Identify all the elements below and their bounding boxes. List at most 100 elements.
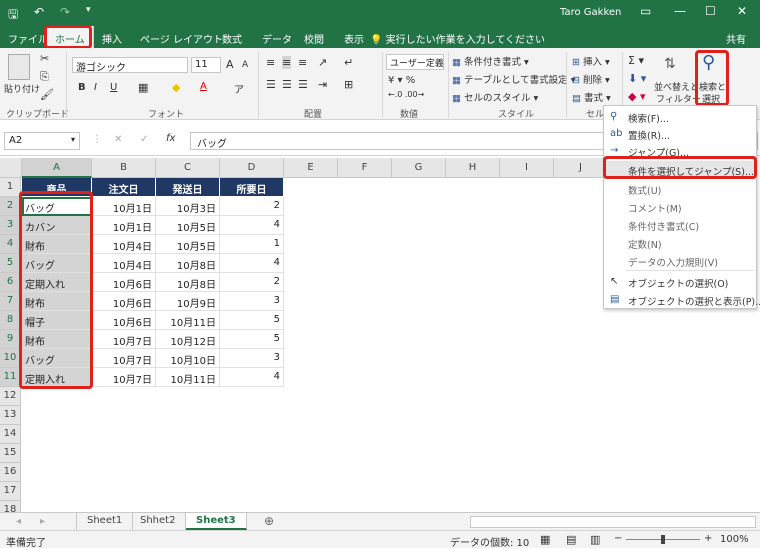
table-cell[interactable]: 2 <box>220 197 284 216</box>
tab-formulas[interactable]: 数式 <box>222 31 242 46</box>
enter-icon[interactable]: ✓ <box>140 134 148 145</box>
table-cell[interactable]: 10月7日 <box>92 368 156 387</box>
table-cell[interactable]: 3 <box>220 349 284 368</box>
table-cell[interactable]: 10月6日 <box>92 292 156 311</box>
tab-file[interactable]: ファイル <box>8 31 48 46</box>
font-name-select[interactable]: 游ゴシック <box>72 57 188 73</box>
row-header[interactable]: 8 <box>0 311 21 330</box>
table-cell[interactable]: 10月3日 <box>156 197 220 216</box>
delete-cells-button[interactable]: ⊟ 削除 ▾ <box>572 72 610 86</box>
phonetic-button[interactable]: ア <box>234 81 244 96</box>
horizontal-scrollbar[interactable] <box>470 516 756 528</box>
name-box[interactable]: A2 ▾ <box>4 132 80 150</box>
customize-qat-icon[interactable]: ▾ <box>86 5 91 15</box>
underline-button[interactable]: U <box>110 82 117 93</box>
table-cell[interactable]: 10月7日 <box>92 349 156 368</box>
insert-function-button[interactable]: fx <box>166 133 175 144</box>
zoom-slider-thumb[interactable] <box>661 535 665 544</box>
tab-review[interactable]: 校閲 <box>304 31 324 46</box>
row-header[interactable]: 11 <box>0 368 21 387</box>
table-cell[interactable]: 5 <box>220 311 284 330</box>
column-header[interactable]: J <box>554 158 608 178</box>
table-cell[interactable]: 10月1日 <box>92 197 156 216</box>
sheet-tab-2[interactable]: Shhet2 <box>130 513 187 530</box>
row-header[interactable]: 2 <box>0 197 21 216</box>
row-header[interactable]: 4 <box>0 235 21 254</box>
row-header[interactable]: 13 <box>0 406 21 425</box>
table-cell[interactable]: 10月7日 <box>92 330 156 349</box>
table-cell[interactable]: 10月6日 <box>92 311 156 330</box>
sheet-tab-3[interactable]: Sheet3 <box>186 513 247 530</box>
orientation-icon[interactable]: ↗ <box>318 56 327 69</box>
table-cell[interactable]: 10月5日 <box>156 216 220 235</box>
table-cell[interactable]: 2 <box>220 273 284 292</box>
table-header-cell[interactable]: 所要日 <box>220 178 284 197</box>
normal-view-icon[interactable]: ▦ <box>540 533 550 546</box>
column-header[interactable]: G <box>392 158 446 178</box>
table-cell[interactable]: 3 <box>220 292 284 311</box>
tab-page-layout[interactable]: ページ レイアウト <box>140 31 223 46</box>
menu-item-data-validation[interactable]: データの入力規則(V) <box>604 252 756 269</box>
zoom-out-icon[interactable]: − <box>614 533 622 544</box>
column-header[interactable]: C <box>156 158 220 178</box>
scroll-right-icon[interactable]: ▸ <box>40 516 45 527</box>
fill-color-icon[interactable]: ◆ <box>172 81 180 94</box>
menu-item-conditional-formatting[interactable]: 条件付き書式(C) <box>604 216 756 233</box>
italic-button[interactable]: I <box>94 82 97 93</box>
user-name[interactable]: Taro Gakken <box>560 7 621 18</box>
table-cell[interactable]: 4 <box>220 216 284 235</box>
sort-filter-icon[interactable]: ⇅ <box>664 56 676 72</box>
wrap-text-icon[interactable]: ↵ <box>344 56 353 69</box>
clear-icon[interactable]: ◆ ▾ <box>628 90 645 103</box>
fill-icon[interactable]: ⬇ ▾ <box>628 72 646 85</box>
table-cell[interactable]: 5 <box>220 330 284 349</box>
row-header[interactable]: 12 <box>0 387 21 406</box>
align-right-icon[interactable]: ☰ <box>298 78 308 91</box>
align-top-icon[interactable]: ≡ <box>266 56 275 69</box>
row-header[interactable]: 18 <box>0 501 21 512</box>
save-icon[interactable]: 🖫 <box>8 5 18 26</box>
menu-item-find[interactable]: ⚲ 検索(F)... <box>604 108 756 125</box>
tell-me-box[interactable]: 💡 実行したい作業を入力してください <box>370 31 545 46</box>
table-cell[interactable]: 10月4日 <box>92 254 156 273</box>
format-as-table-button[interactable]: ▦ テーブルとして書式設定 ▾ <box>452 72 575 86</box>
autosum-icon[interactable]: Σ ▾ <box>628 54 644 67</box>
row-header[interactable]: 7 <box>0 292 21 311</box>
column-header[interactable]: A <box>22 158 92 178</box>
insert-cells-button[interactable]: ⊞ 挿入 ▾ <box>572 54 610 68</box>
zoom-in-icon[interactable]: + <box>704 533 712 544</box>
minimize-icon[interactable]: — <box>674 4 686 18</box>
tab-insert[interactable]: 挿入 <box>102 31 122 46</box>
table-cell[interactable]: 10月10日 <box>156 349 220 368</box>
column-header[interactable]: H <box>446 158 500 178</box>
row-header[interactable]: 15 <box>0 444 21 463</box>
page-layout-icon[interactable]: ▤ <box>566 533 576 546</box>
menu-item-formulas[interactable]: 数式(U) <box>604 180 756 197</box>
tab-data[interactable]: データ <box>262 31 292 46</box>
column-header[interactable]: E <box>284 158 338 178</box>
align-middle-icon[interactable]: ≡ <box>282 56 292 69</box>
format-painter-icon[interactable]: 🖌 <box>40 88 54 101</box>
table-cell[interactable]: 10月1日 <box>92 216 156 235</box>
cell-styles-button[interactable]: ▦ セルのスタイル ▾ <box>452 90 538 104</box>
close-icon[interactable]: ✕ <box>737 4 747 18</box>
currency-icon[interactable]: ¥ ▾ % <box>388 75 415 86</box>
cut-icon[interactable]: ✂ <box>40 52 49 65</box>
table-cell[interactable]: 4 <box>220 368 284 387</box>
font-size-select[interactable]: 11 <box>191 57 221 73</box>
merge-center-icon[interactable]: ⊞ <box>344 78 353 91</box>
cancel-icon[interactable]: ✕ <box>114 134 122 145</box>
row-header[interactable]: 16 <box>0 463 21 482</box>
decimal-icon[interactable]: ←.0 .00→ <box>388 90 424 99</box>
conditional-formatting-button[interactable]: ▦ 条件付き書式 ▾ <box>452 54 529 68</box>
table-cell[interactable]: 4 <box>220 254 284 273</box>
number-format-select[interactable]: ユーザー定義 <box>386 54 444 70</box>
row-header[interactable]: 5 <box>0 254 21 273</box>
page-break-icon[interactable]: ▥ <box>590 533 600 546</box>
table-header-cell[interactable]: 発送日 <box>156 178 220 197</box>
table-cell[interactable]: 1 <box>220 235 284 254</box>
font-color-button[interactable]: A <box>200 81 207 92</box>
copy-icon[interactable]: ⎘ <box>40 70 49 84</box>
row-header[interactable]: 9 <box>0 330 21 349</box>
redo-icon[interactable]: ↷ <box>60 5 70 19</box>
